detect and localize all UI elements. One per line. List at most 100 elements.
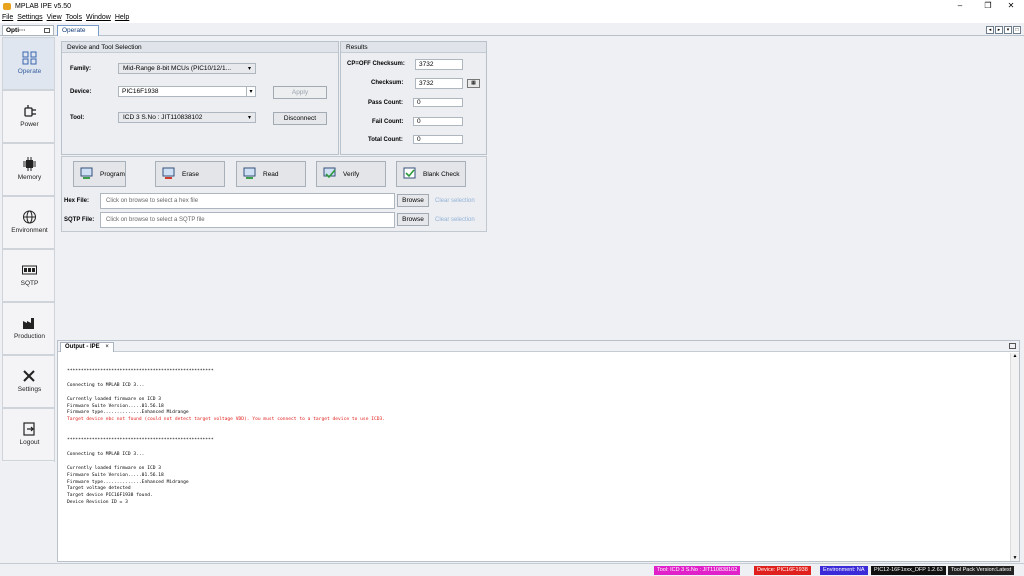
hex-file-label: Hex File: bbox=[64, 198, 90, 204]
sidebar-label-power: Power bbox=[20, 121, 39, 128]
menu-view[interactable]: View bbox=[47, 14, 62, 21]
sidebar-item-power[interactable]: Power bbox=[2, 90, 55, 143]
program-label: Program bbox=[100, 171, 125, 178]
sqtp-file-input[interactable]: Click on browse to select a SQTP file bbox=[100, 212, 395, 228]
results-panel: Results CP=OFF Checksum: 3732 Checksum: … bbox=[340, 41, 487, 155]
device-value: PIC16F1938 bbox=[122, 88, 159, 95]
status-bar: Tool: ICD 3 S.No : JIT110838102 Device: … bbox=[0, 563, 1024, 576]
sidebar-label-production: Production bbox=[13, 333, 46, 340]
tab-list-icon[interactable]: ▾ bbox=[1004, 26, 1012, 34]
output-tab-label: Output - IPE bbox=[65, 344, 100, 350]
tab-options[interactable]: Opti··· bbox=[2, 25, 54, 36]
program-icon bbox=[80, 167, 93, 179]
menu-file[interactable]: File bbox=[2, 14, 13, 21]
output-line: Firmware Suite Version.....01.56.18 bbox=[67, 472, 164, 478]
cp-off-checksum-value: 3732 bbox=[415, 59, 463, 70]
read-label: Read bbox=[263, 171, 279, 178]
sidebar-item-logout[interactable]: Logout bbox=[2, 408, 55, 461]
close-button[interactable]: ✕ bbox=[998, 0, 1024, 12]
window-title: MPLAB IPE v5.50 bbox=[15, 2, 72, 10]
erase-icon bbox=[162, 167, 175, 179]
checksum-label: Checksum: bbox=[371, 80, 404, 86]
chevron-down-icon[interactable]: ▾ bbox=[246, 87, 255, 96]
chevron-down-icon: ▾ bbox=[247, 66, 251, 72]
erase-button[interactable]: Erase bbox=[155, 161, 225, 187]
minimize-panel-icon[interactable] bbox=[1009, 343, 1016, 349]
sidebar-item-memory[interactable]: Memory bbox=[2, 143, 55, 196]
hex-file-input[interactable]: Click on browse to select a hex file bbox=[100, 193, 395, 209]
minimize-panel-icon[interactable] bbox=[44, 28, 50, 33]
sidebar-item-settings[interactable]: Settings bbox=[2, 355, 55, 408]
blank-check-button[interactable]: Blank Check bbox=[396, 161, 466, 187]
output-line: Device Revision ID = 3 bbox=[67, 500, 128, 506]
verify-button[interactable]: Verify bbox=[316, 161, 386, 187]
output-line: ****************************************… bbox=[67, 369, 214, 374]
sidebar-item-operate[interactable]: Operate bbox=[2, 37, 55, 90]
sidebar: Operate Power Memory Environment SQTP Pr… bbox=[2, 37, 55, 462]
cp-off-checksum-label: CP=OFF Checksum: bbox=[347, 61, 405, 67]
apply-button[interactable]: Apply bbox=[273, 86, 327, 99]
tab-right-icon[interactable]: ▸ bbox=[995, 26, 1003, 34]
sidebar-item-sqtp[interactable]: SQTP bbox=[2, 249, 55, 302]
total-count-value: 0 bbox=[413, 135, 463, 144]
program-button[interactable]: Program bbox=[73, 161, 126, 187]
maximize-panel-icon[interactable]: □ bbox=[1013, 26, 1021, 34]
pass-count-value: 0 bbox=[413, 98, 463, 107]
sidebar-item-production[interactable]: Production bbox=[2, 302, 55, 355]
tool-dropdown[interactable]: ICD 3 S.No : JIT110838102 ▾ bbox=[118, 112, 256, 123]
serial-icon bbox=[22, 263, 37, 277]
factory-icon bbox=[22, 316, 37, 330]
logout-icon bbox=[22, 422, 37, 436]
sidebar-item-environment[interactable]: Environment bbox=[2, 196, 55, 249]
scroll-up-icon[interactable]: ▲ bbox=[1011, 353, 1019, 359]
output-panel: Output - IPE × *************************… bbox=[57, 340, 1020, 562]
operate-view: Device and Tool Selection Family: Mid-Ra… bbox=[57, 37, 1020, 337]
pass-count-label: Pass Count: bbox=[368, 100, 404, 106]
calculator-icon[interactable]: ▦ bbox=[467, 79, 480, 88]
scroll-down-icon[interactable]: ▼ bbox=[1011, 555, 1019, 561]
minimize-button[interactable]: – bbox=[947, 0, 973, 12]
blank-check-icon bbox=[403, 167, 416, 179]
disconnect-button[interactable]: Disconnect bbox=[273, 112, 327, 125]
plug-icon bbox=[22, 104, 37, 118]
family-dropdown[interactable]: Mid-Range 8-bit MCUs (PIC10/12/1... ▾ bbox=[118, 63, 256, 74]
output-line: Firmware type..............Enhanced Midr… bbox=[67, 479, 189, 485]
tool-label: Tool: bbox=[70, 115, 85, 121]
hex-browse-button[interactable]: Browse bbox=[397, 194, 429, 207]
chevron-down-icon: ▾ bbox=[247, 115, 251, 121]
sqtp-clear-selection-link[interactable]: Clear selection bbox=[435, 217, 475, 223]
menu-tools[interactable]: Tools bbox=[66, 14, 82, 21]
total-count-label: Total Count: bbox=[368, 137, 403, 143]
read-button[interactable]: Read bbox=[236, 161, 306, 187]
output-header: Output - IPE × bbox=[58, 341, 1019, 352]
tool-value: ICD 3 S.No : JIT110838102 bbox=[123, 114, 203, 121]
status-dfp: PIC12-16F1xxx_DFP 1.2.63 bbox=[871, 566, 946, 575]
sidebar-label-sqtp: SQTP bbox=[20, 280, 39, 287]
sqtp-browse-button[interactable]: Browse bbox=[397, 213, 429, 226]
family-label: Family: bbox=[70, 66, 92, 72]
tab-operate[interactable]: Operate bbox=[57, 25, 99, 36]
status-tool-pack: Tool Pack Version:Latest bbox=[948, 566, 1015, 575]
sidebar-label-environment: Environment bbox=[11, 227, 48, 234]
results-panel-title: Results bbox=[341, 42, 486, 53]
output-scrollbar[interactable]: ▲ ▼ bbox=[1010, 353, 1019, 561]
tab-left-icon[interactable]: ◂ bbox=[986, 26, 994, 34]
hex-clear-selection-link[interactable]: Clear selection bbox=[435, 198, 475, 204]
output-line: Firmware Suite Version.....01.56.18 bbox=[67, 403, 164, 409]
device-label: Device: bbox=[70, 89, 92, 95]
menu-settings[interactable]: Settings bbox=[17, 14, 42, 21]
sidebar-label-logout: Logout bbox=[19, 439, 40, 446]
ipe-window: MPLAB IPE v5.50 – ❐ ✕ File Settings View… bbox=[0, 0, 1024, 576]
fail-count-value: 0 bbox=[413, 117, 463, 126]
tab-output-ipe[interactable]: Output - IPE × bbox=[60, 342, 114, 352]
close-icon[interactable]: × bbox=[105, 344, 109, 350]
device-combo[interactable]: PIC16F1938 ▾ bbox=[118, 86, 256, 97]
tab-bar: Opti··· Operate ◂ ▸ ▾ □ bbox=[0, 24, 1024, 36]
menu-window[interactable]: Window bbox=[86, 14, 111, 21]
menu-help[interactable]: Help bbox=[115, 14, 129, 21]
erase-label: Erase bbox=[182, 171, 199, 178]
device-tool-panel: Device and Tool Selection Family: Mid-Ra… bbox=[61, 41, 339, 155]
blank-check-label: Blank Check bbox=[423, 171, 460, 178]
